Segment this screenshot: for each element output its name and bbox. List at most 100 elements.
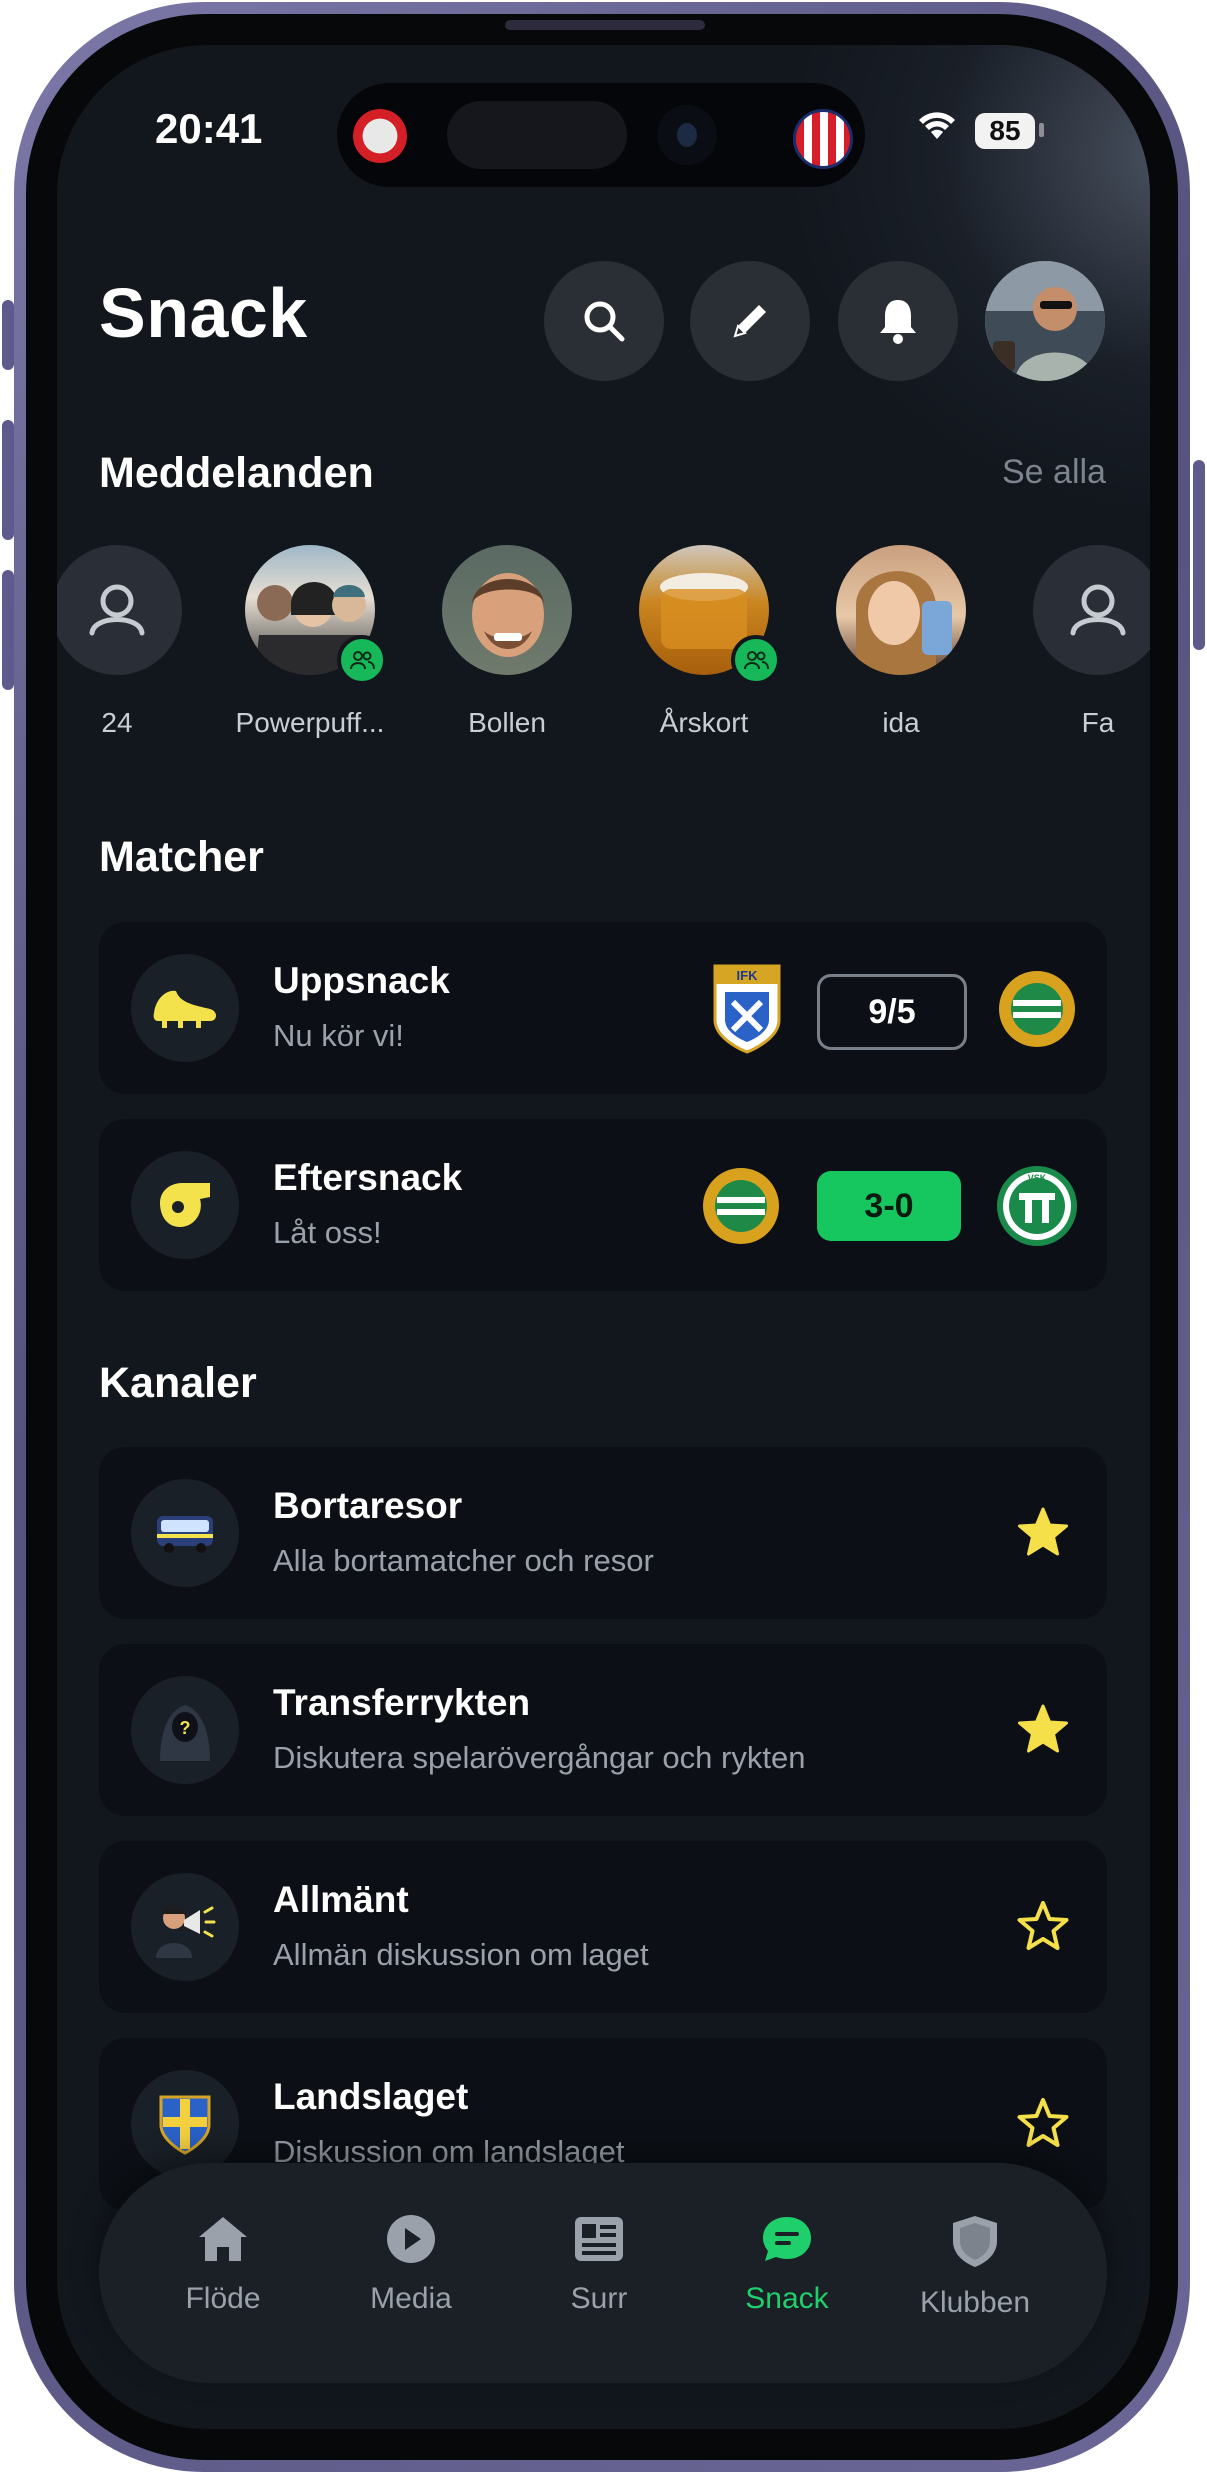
tab-surr[interactable]: Surr [509,2213,689,2316]
star-filled-icon[interactable] [1015,1505,1071,1561]
atletico-badge-icon [793,109,853,169]
story-item[interactable]: ida [826,545,976,739]
battery-level: 85 [975,113,1035,149]
match-card-eftersnack[interactable]: Eftersnack Låt oss! 3-0 VSK [99,1119,1107,1291]
tab-media[interactable]: Media [321,2213,501,2316]
story-label: Fa [1081,707,1115,738]
bus-icon [157,1516,213,1553]
story-item[interactable]: Fa [1023,545,1150,739]
notifications-button[interactable] [838,261,958,381]
tab-flode[interactable]: Flöde [133,2213,313,2316]
camera-icon [657,105,717,165]
match-subtitle: Nu kör vi! [273,1018,404,1053]
newspaper-icon [575,2217,623,2261]
star-filled-icon[interactable] [1015,1702,1071,1758]
match-subtitle: Låt oss! [273,1215,382,1250]
hammarby-crest-icon [703,1168,779,1244]
avatar-placeholder [1033,545,1150,675]
avatar [836,545,966,675]
match-icon [131,954,239,1062]
story-item[interactable]: Årskort [629,545,781,739]
tab-label: Klubben [919,2286,1031,2319]
search-icon [584,301,625,342]
star-outline-icon[interactable] [1015,2096,1071,2152]
story-label: Årskort [659,707,749,738]
group-badge [731,635,781,685]
volume-down-button [2,570,14,690]
battery-tip [1039,123,1044,137]
match-icon [131,1151,239,1259]
football-boot-icon [153,990,216,1028]
tab-klubben[interactable]: Klubben [885,2213,1065,2320]
person-icon [89,584,145,636]
user-photo-icon [985,261,1105,381]
channel-icon [131,1873,239,1981]
home-icon [199,2217,247,2261]
match-card-uppsnack[interactable]: Uppsnack Nu kör vi! IFK 9/5 [99,922,1107,1094]
phone-speaker [505,20,705,30]
story-item[interactable]: 24 [57,545,192,739]
messages-section-title: Meddelanden [99,449,374,497]
arsenal-badge-icon [353,109,407,163]
channel-icon [131,1479,239,1587]
story-item[interactable]: Bollen [432,545,582,739]
channel-transferrykten[interactable]: ? Transferrykten Diskutera spelarövergån… [99,1644,1107,1816]
chat-icon [763,2217,811,2261]
search-button[interactable] [544,261,664,381]
compose-button[interactable] [690,261,810,381]
channel-subtitle: Diskutera spelarövergångar och rykten [273,1740,806,1775]
profile-avatar[interactable] [985,261,1105,381]
group-icon [744,651,769,670]
ifk-crest-text: IFK [737,968,759,983]
action-button [2,300,14,370]
channel-title: Landslaget [273,2076,469,2117]
pencil-icon [733,305,766,338]
story-label: ida [882,707,920,738]
person-photo-icon [472,573,544,657]
whistle-icon [160,1183,210,1227]
story-label: Bollen [468,707,546,738]
page-title: Snack [99,274,308,352]
avatar [442,545,572,675]
vsk-crest-text: VSK [1028,1173,1047,1183]
match-score: 3-0 [817,1171,961,1241]
tab-label: Media [370,2282,452,2315]
channel-bortaresor[interactable]: Bortaresor Alla bortamatcher och resor [99,1447,1107,1619]
ifk-crest-icon: IFK [713,964,781,1054]
bell-icon [880,300,916,344]
bottom-tab-bar: Flöde Media Surr Snack Klubben [99,2163,1107,2383]
avatar [245,545,387,685]
channel-title: Allmänt [273,1879,409,1920]
volume-up-button [2,420,14,540]
channel-title: Bortaresor [273,1485,463,1526]
see-all-link[interactable]: Se alla [1002,453,1106,492]
story-label: Powerpuff... [235,707,385,738]
tab-label: Surr [570,2282,628,2315]
matches-section-title: Matcher [99,833,264,881]
match-title: Uppsnack [273,960,450,1001]
person-icon [1070,584,1126,636]
shield-icon [953,2216,997,2267]
channel-allmant[interactable]: Allmänt Allmän diskussion om laget [99,1841,1107,2013]
channel-icon [131,2070,239,2178]
match-date: 9/5 [817,974,967,1050]
app-screen: 20:41 85 Snack Meddelanden Se alla 24 Po… [57,45,1150,2429]
wifi-icon [917,109,957,146]
channel-title: Transferrykten [273,1682,531,1723]
star-outline-icon[interactable] [1015,1899,1071,1955]
match-title: Eftersnack [273,1157,463,1198]
shield-cross-icon [159,2095,211,2155]
channel-subtitle: Alla bortamatcher och resor [273,1543,654,1578]
svg-text:?: ? [180,1718,191,1738]
tab-label: Snack [745,2282,829,2315]
vsk-crest-icon: VSK [997,1166,1077,1246]
group-badge [337,635,387,685]
story-item[interactable]: Powerpuff... [235,545,387,739]
play-icon [387,2215,435,2263]
tab-snack[interactable]: Snack [697,2213,877,2316]
channel-icon: ? [131,1676,239,1784]
avatar-placeholder [57,545,182,675]
status-time: 20:41 [155,105,263,152]
group-icon [350,651,375,670]
channel-subtitle: Allmän diskussion om laget [273,1937,649,1972]
